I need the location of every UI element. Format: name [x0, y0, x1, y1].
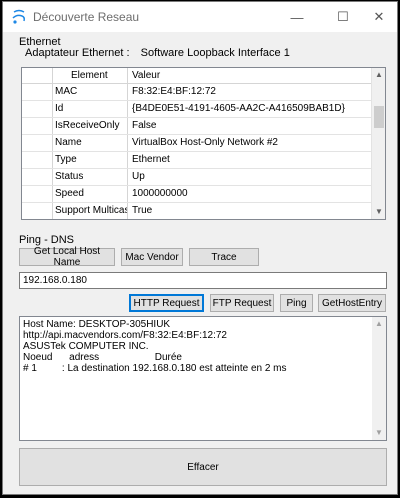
- ethernet-properties-grid[interactable]: Element Valeur MAC F8:32:E4:BF:12:72 Id {B…: [21, 67, 386, 220]
- ping-button[interactable]: Ping: [280, 294, 313, 312]
- get-host-entry-button[interactable]: GetHostEntry: [318, 294, 386, 312]
- row-selector[interactable]: [22, 84, 53, 100]
- main-window: Découverte Reseau — ☐ ✕ Ethernet Adaptat…: [2, 1, 398, 495]
- cell-element[interactable]: IsReceiveOnly: [53, 118, 128, 134]
- http-request-button[interactable]: HTTP Request: [129, 294, 204, 312]
- table-row[interactable]: Speed 1000000000: [22, 186, 385, 203]
- ftp-request-button[interactable]: FTP Request: [210, 294, 274, 312]
- row-selector-header: [22, 68, 53, 83]
- cell-element[interactable]: Support Multicast: [53, 203, 128, 219]
- scroll-down-icon[interactable]: ▼: [372, 426, 386, 440]
- table-row[interactable]: Name VirtualBox Host-Only Network #2: [22, 135, 385, 152]
- column-header-element[interactable]: Element: [53, 68, 128, 83]
- trace-button[interactable]: Trace: [189, 248, 259, 266]
- mac-vendor-button[interactable]: Mac Vendor: [121, 248, 183, 266]
- grid-header: Element Valeur: [22, 68, 385, 84]
- cell-value[interactable]: Ethernet: [128, 152, 371, 168]
- column-header-value[interactable]: Valeur: [128, 68, 371, 83]
- window-title: Découverte Reseau: [33, 10, 140, 24]
- scrollbar-thumb[interactable]: [374, 106, 384, 128]
- cell-element[interactable]: Type: [53, 152, 128, 168]
- scroll-up-icon[interactable]: ▲: [372, 317, 386, 331]
- grid-scrollbar[interactable]: ▲ ▼: [371, 68, 385, 219]
- cell-element[interactable]: Speed: [53, 186, 128, 202]
- row-selector[interactable]: [22, 135, 53, 151]
- row-selector[interactable]: [22, 118, 53, 134]
- output-line: Host Name: DESKTOP-305HIUK: [23, 319, 171, 330]
- cell-value[interactable]: F8:32:E4:BF:12:72: [128, 84, 371, 100]
- row-selector[interactable]: [22, 186, 53, 202]
- table-row[interactable]: Type Ethernet: [22, 152, 385, 169]
- cell-element[interactable]: MAC: [53, 84, 128, 100]
- close-button[interactable]: ✕: [359, 2, 399, 32]
- minimize-button[interactable]: —: [277, 2, 317, 32]
- output-scrollbar[interactable]: ▲ ▼: [372, 317, 386, 440]
- cell-element[interactable]: Status: [53, 169, 128, 185]
- adapter-row: Adaptateur Ethernet : Software Loopback …: [25, 47, 298, 59]
- clear-button[interactable]: Effacer: [19, 448, 387, 486]
- ip-address-input[interactable]: 192.168.0.180: [19, 272, 387, 289]
- output-line: ASUSTek COMPUTER INC.: [23, 341, 149, 352]
- row-selector[interactable]: [22, 101, 53, 117]
- adapter-value: Software Loopback Interface 1: [140, 47, 290, 59]
- network-tool-icon: [12, 9, 25, 24]
- table-row[interactable]: Support Multicast True: [22, 203, 385, 219]
- adapter-label: Adaptateur Ethernet :: [25, 47, 130, 59]
- title-bar[interactable]: Découverte Reseau — ☐ ✕: [3, 2, 397, 32]
- row-selector[interactable]: [22, 152, 53, 168]
- ping-dns-group-label: Ping - DNS: [19, 234, 75, 246]
- maximize-button[interactable]: ☐: [323, 2, 363, 32]
- output-line: # 1 : La destination 192.168.0.180 est a…: [23, 363, 287, 374]
- cell-value[interactable]: Up: [128, 169, 371, 185]
- table-row[interactable]: IsReceiveOnly False: [22, 118, 385, 135]
- row-selector[interactable]: [22, 203, 53, 219]
- output-line: Noeud adress Durée: [23, 352, 182, 363]
- cell-value[interactable]: False: [128, 118, 371, 134]
- cell-value[interactable]: VirtualBox Host-Only Network #2: [128, 135, 371, 151]
- table-row[interactable]: Id {B4DE0E51-4191-4605-AA2C-A416509BAB1D}: [22, 101, 385, 118]
- output-line: http://api.macvendors.com/F8:32:E4:BF:12…: [23, 330, 227, 341]
- table-row[interactable]: Status Up: [22, 169, 385, 186]
- row-selector[interactable]: [22, 169, 53, 185]
- cell-element[interactable]: Id: [53, 101, 128, 117]
- get-local-host-name-button[interactable]: Get Local Host Name: [19, 246, 115, 268]
- cell-value[interactable]: 1000000000: [128, 186, 371, 202]
- scroll-down-icon[interactable]: ▼: [372, 205, 385, 219]
- scroll-up-icon[interactable]: ▲: [372, 68, 385, 82]
- cell-element[interactable]: Name: [53, 135, 128, 151]
- cell-value[interactable]: {B4DE0E51-4191-4605-AA2C-A416509BAB1D}: [128, 101, 371, 117]
- output-textbox[interactable]: Host Name: DESKTOP-305HIUK http://api.ma…: [19, 316, 387, 441]
- cell-value[interactable]: True: [128, 203, 371, 219]
- table-row[interactable]: MAC F8:32:E4:BF:12:72: [22, 84, 385, 101]
